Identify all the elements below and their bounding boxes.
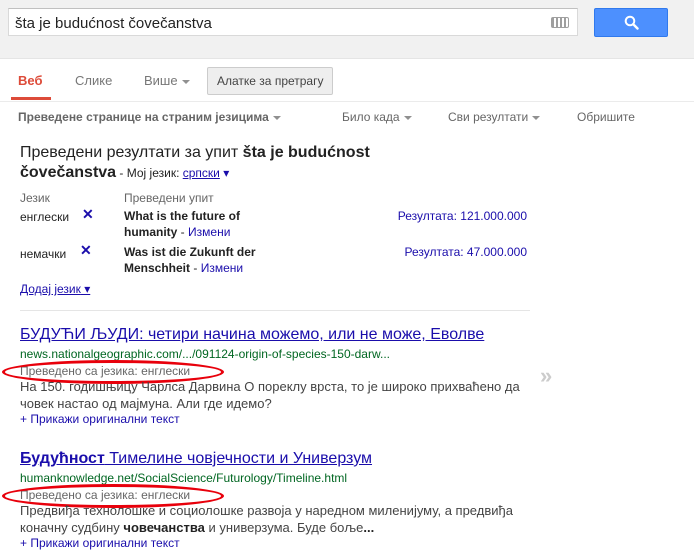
result-url-1: news.nationalgeographic.com/.../091124-o… <box>20 347 390 361</box>
all-results-dropdown[interactable]: Сви резултати <box>448 110 541 124</box>
result-title-1[interactable]: БУДУЋИ ЉУДИ: четири начина можемо, или н… <box>20 326 484 344</box>
add-language-link[interactable]: Додај језик ▾ <box>20 282 90 296</box>
add-language-label: Додај језик <box>20 282 81 296</box>
translated-query-german: Was ist die Zukunft der Menschheit - Изм… <box>124 245 256 275</box>
remove-language-icon[interactable]: ✕ <box>80 242 92 259</box>
result-count-german[interactable]: Резултата: 47.000.000 <box>370 245 527 259</box>
keyboard-icon[interactable] <box>551 17 569 28</box>
column-translated-query: Преведени упит <box>124 191 214 205</box>
edit-query-link[interactable]: Измени <box>188 225 230 239</box>
search-tools-button[interactable]: Алатке за претрагу <box>207 67 334 95</box>
translated-pages-label: Преведене странице на страним језицима <box>18 110 269 124</box>
search-icon <box>624 15 639 30</box>
chevron-down-icon <box>532 115 541 120</box>
clear-filters-link[interactable]: Обришите <box>577 110 635 124</box>
result-count-english[interactable]: Резултата: 121.000.000 <box>370 209 527 223</box>
show-original-text-link-2[interactable]: + Прикажи оригинални текст <box>20 536 180 550</box>
remove-language-icon[interactable]: ✕ <box>82 206 94 223</box>
column-language: Језик <box>20 191 50 205</box>
result-snippet-2: Предвиђа технолошке и социолошке развоја… <box>20 502 540 536</box>
row-language-english: енглески <box>20 210 70 224</box>
heading-prefix: Преведени резултати за упит <box>20 144 243 161</box>
search-box[interactable] <box>8 8 578 36</box>
top-bar <box>0 0 694 59</box>
tab-web[interactable]: Веб <box>18 73 42 88</box>
result-title-rest: Тимелине човјечности и Универзум <box>104 450 373 467</box>
snippet-text: На 150. годишњицу Чарлса Дарвина О порек… <box>20 379 520 411</box>
translated-query-english: What is the future of humanity - Измени <box>124 209 240 239</box>
chevron-down-icon <box>272 115 281 120</box>
translated-pages-dropdown[interactable]: Преведене странице на страним језицима <box>18 110 281 124</box>
result-snippet-1: На 150. годишњицу Чарлса Дарвина О порек… <box>20 378 540 412</box>
all-results-label: Сви резултати <box>448 110 529 124</box>
chevron-down-icon <box>403 115 412 120</box>
chevron-down-icon <box>181 79 190 84</box>
search-input[interactable] <box>15 13 545 33</box>
edit-query-link[interactable]: Измени <box>201 261 243 275</box>
result-title-2[interactable]: Будућност Тимелине човјечности и Универз… <box>20 450 372 468</box>
tab-more[interactable]: Више <box>144 73 190 88</box>
any-time-label: Било када <box>342 110 400 124</box>
my-language-label: - Мој језик: <box>116 166 183 180</box>
result-title-text: БУДУЋИ ЉУДИ: четири начина можемо, или н… <box>20 326 485 343</box>
tab-active-indicator <box>11 97 51 100</box>
search-button[interactable] <box>594 8 668 37</box>
snippet-bold: човечанства <box>123 520 205 535</box>
show-original-text-link-1[interactable]: + Прикажи оригинални текст <box>20 412 180 426</box>
language-chevron-down-icon[interactable]: ▾ <box>220 166 229 180</box>
any-time-dropdown[interactable]: Било када <box>342 110 412 124</box>
tab-images[interactable]: Слике <box>75 73 112 88</box>
result-url-2: humanknowledge.net/SocialScience/Futurol… <box>20 471 348 485</box>
divider <box>20 310 530 311</box>
tab-more-label: Више <box>144 73 178 88</box>
translated-results-heading: Преведени резултати за упит šta je buduć… <box>20 143 440 183</box>
snippet-bold: ... <box>363 520 375 535</box>
row-language-german: немачки <box>20 247 67 261</box>
snippet-text: и универзума. Буде боље <box>204 520 364 535</box>
double-chevron-right-icon[interactable]: » <box>540 363 552 389</box>
result-title-bold: Будућност <box>20 450 105 467</box>
my-language-link[interactable]: српски <box>183 166 220 180</box>
